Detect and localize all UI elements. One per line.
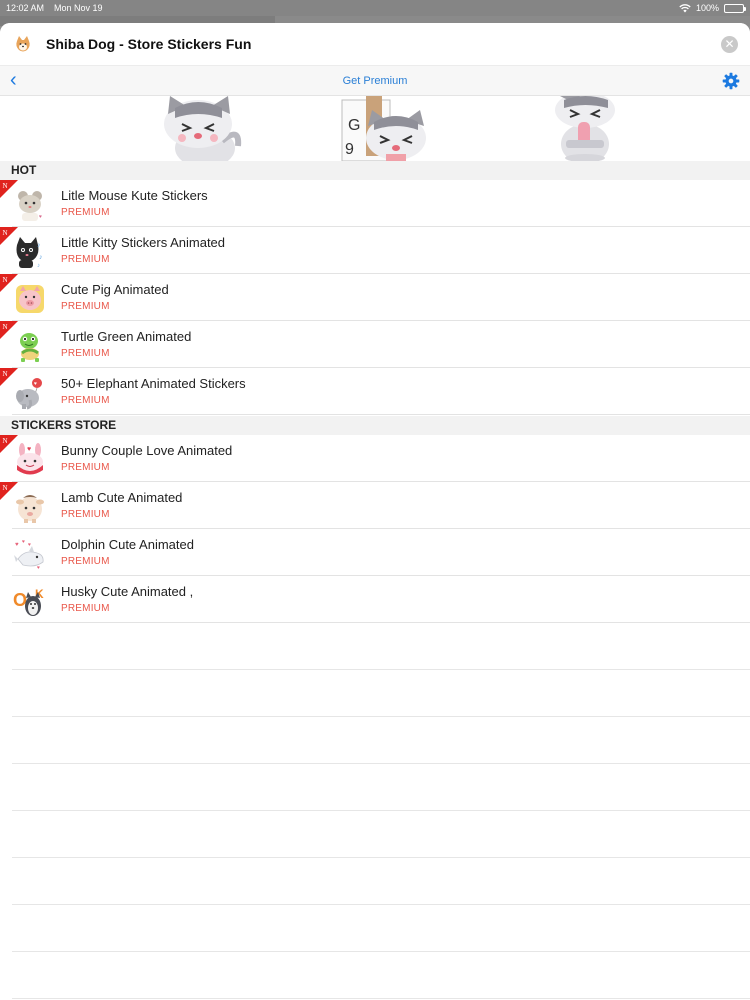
sticker-pack-row[interactable]: ♪ ♪ ♪ N Little Kitty Stickers Animated PREMIU… <box>0 227 750 274</box>
premium-label: PREMIUM <box>61 254 110 265</box>
empty-row-separator <box>12 857 750 858</box>
new-badge-icon: N <box>0 435 18 453</box>
bunny-sticker-icon: ♥ <box>13 443 47 477</box>
new-badge-letter: N <box>3 229 8 237</box>
svg-text:♥: ♥ <box>27 446 31 453</box>
svg-text:♪: ♪ <box>37 263 40 269</box>
svg-text:♥: ♥ <box>28 542 31 548</box>
row-separator <box>12 622 750 623</box>
new-badge-letter: N <box>3 182 8 190</box>
empty-row-separator <box>12 716 750 717</box>
svg-text:♥: ♥ <box>15 542 19 548</box>
sticker-pack-row[interactable]: ♥ N Litle Mouse Kute Stickers PREMIUM <box>0 180 750 227</box>
premium-banner[interactable]: G 9 <box>0 96 750 161</box>
sticker-pack-row[interactable]: O K Husky Cute Animated , PREMIUM <box>0 576 750 623</box>
cat-sticker-banner-2: G 9 <box>341 96 426 161</box>
premium-label: PREMIUM <box>61 207 110 218</box>
status-time: 12:02 AM <box>6 3 45 13</box>
sticker-pack-name: Turtle Green Animated <box>61 329 192 344</box>
premium-label: PREMIUM <box>61 348 110 359</box>
sticker-pack-name: Cute Pig Animated <box>61 282 169 297</box>
lamb-sticker-icon <box>13 490 47 524</box>
sticker-pack-row[interactable]: N Turtle Green Animated PREMIUM <box>0 321 750 368</box>
sticker-pack-row[interactable]: ♥ ♥ ♥ ♥ Dolphin Cute Animated PREMIUM <box>0 529 750 576</box>
svg-text:♪: ♪ <box>37 242 41 249</box>
cat-sticker-banner-3 <box>555 96 615 161</box>
battery-icon <box>724 3 746 13</box>
turtle-sticker-icon <box>13 329 47 363</box>
svg-text:G: G <box>348 117 360 134</box>
sticker-pack-name: Dolphin Cute Animated <box>61 537 194 552</box>
premium-label: PREMIUM <box>61 395 110 406</box>
kitty-sticker-icon: ♪ ♪ ♪ <box>13 235 47 269</box>
wifi-icon <box>679 3 691 12</box>
empty-row-separator <box>12 810 750 811</box>
sticker-pack-row[interactable]: N Lamb Cute Animated PREMIUM <box>0 482 750 529</box>
elephant-sticker-icon: ♥ <box>13 376 47 410</box>
husky-sticker-icon: OK <box>13 584 47 618</box>
new-badge-icon: N <box>0 321 18 339</box>
gear-icon[interactable] <box>722 72 740 90</box>
premium-label: PREMIUM <box>61 556 110 567</box>
app-title: Shiba Dog - Store Stickers Fun <box>46 36 252 52</box>
premium-label: PREMIUM <box>61 603 110 614</box>
navigation-bar: ‹ Get Premium <box>0 66 750 96</box>
premium-label: PREMIUM <box>61 509 110 520</box>
section-header-stickers-store: STICKERS STORE <box>0 416 750 435</box>
get-premium-link[interactable]: Get Premium <box>343 75 408 87</box>
shiba-app-icon <box>12 33 34 55</box>
new-badge-icon: N <box>0 368 18 386</box>
close-button[interactable]: ✕ <box>721 35 738 53</box>
mouse-sticker-icon: ♥ <box>13 188 47 222</box>
sticker-pack-row[interactable]: ♥ N 50+ Elephant Animated Stickers PREMIUM <box>0 368 750 415</box>
battery-percent: 100% <box>695 3 719 13</box>
svg-text:♥: ♥ <box>39 214 42 220</box>
new-badge-icon: N <box>0 274 18 292</box>
premium-label: PREMIUM <box>61 301 110 312</box>
sticker-pack-name: Bunny Couple Love Animated <box>61 443 233 458</box>
app-header: Shiba Dog - Store Stickers Fun ✕ <box>0 23 750 66</box>
dolphin-sticker-icon: ♥ ♥ ♥ ♥ <box>13 537 47 571</box>
svg-text:O: O <box>13 590 27 610</box>
empty-row-separator <box>12 998 750 999</box>
status-bar: 12:02 AM Mon Nov 19 100% <box>0 0 750 16</box>
sticker-pack-row[interactable]: N Cute Pig Animated PREMIUM <box>0 274 750 321</box>
sticker-pack-row[interactable]: ♥ N Bunny Couple Love Animated PREMIUM <box>0 435 750 482</box>
status-right: 100% <box>679 3 746 13</box>
new-badge-letter: N <box>3 437 8 445</box>
section-header-hot: HOT <box>0 161 750 180</box>
empty-row-separator <box>12 763 750 764</box>
svg-text:♥: ♥ <box>37 565 40 571</box>
status-date: Mon Nov 19 <box>54 3 103 13</box>
sticker-store-sheet: Shiba Dog - Store Stickers Fun ✕ ‹ Get P… <box>0 23 750 1000</box>
premium-label: PREMIUM <box>61 462 110 473</box>
new-badge-icon: N <box>0 482 18 500</box>
svg-text:♥: ♥ <box>34 381 37 387</box>
svg-text:9: 9 <box>345 141 354 158</box>
sticker-pack-name: Lamb Cute Animated <box>61 490 183 505</box>
pig-sticker-icon <box>13 282 47 316</box>
svg-text:♪: ♪ <box>39 254 43 261</box>
new-badge-icon: N <box>0 227 18 245</box>
sticker-pack-name: Litle Mouse Kute Stickers <box>61 188 208 203</box>
empty-row-separator <box>12 669 750 670</box>
back-chevron-icon[interactable]: ‹ <box>10 70 17 90</box>
new-badge-icon: N <box>0 180 18 198</box>
sticker-pack-name: Little Kitty Stickers Animated <box>61 235 226 250</box>
sticker-pack-name: Husky Cute Animated , <box>61 584 194 599</box>
new-badge-letter: N <box>3 323 8 331</box>
new-badge-letter: N <box>3 276 8 284</box>
empty-row-separator <box>12 951 750 952</box>
new-badge-letter: N <box>3 370 8 378</box>
empty-row-separator <box>12 904 750 905</box>
new-badge-letter: N <box>3 484 8 492</box>
sticker-pack-name: 50+ Elephant Animated Stickers <box>61 376 246 391</box>
cat-sticker-banner-1 <box>164 96 242 161</box>
row-separator <box>12 414 750 415</box>
svg-text:♥: ♥ <box>22 539 25 545</box>
